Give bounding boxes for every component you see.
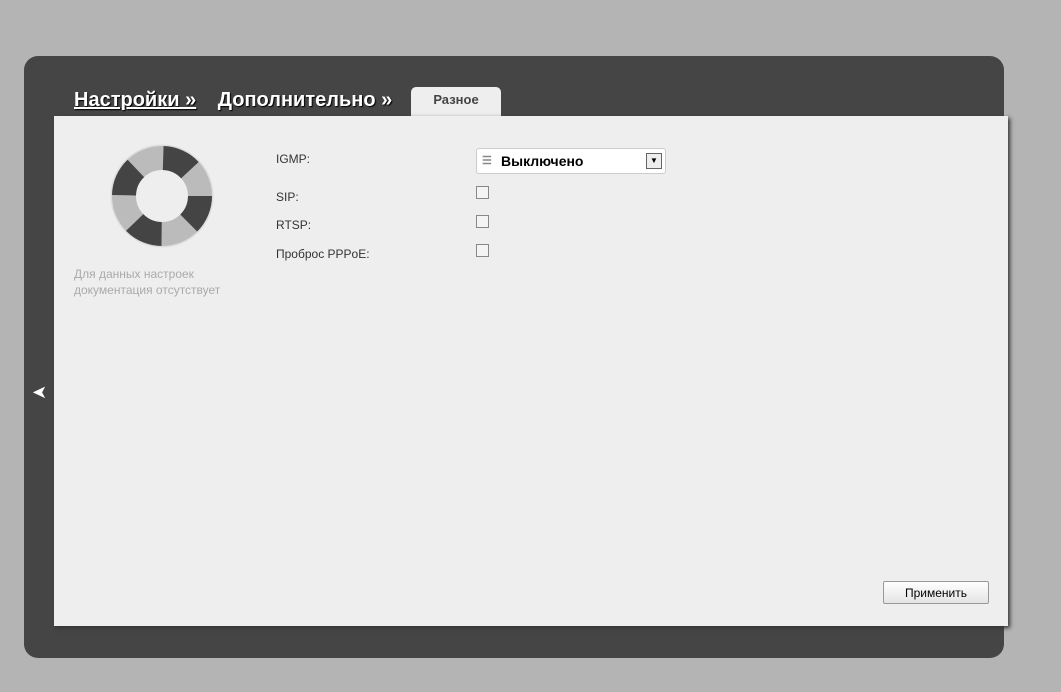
rtsp-label: RTSP: (276, 218, 312, 232)
pppoe-label: Проброс PPPoE: (276, 247, 370, 261)
list-icon: ☰ (482, 155, 492, 167)
breadcrumb: Настройки » Дополнительно » (74, 89, 408, 112)
sip-checkbox[interactable] (476, 186, 489, 199)
apply-button[interactable]: Применить (883, 581, 989, 604)
igmp-label: IGMP: (276, 152, 311, 166)
breadcrumb-advanced[interactable]: Дополнительно » (218, 89, 392, 111)
chevron-down-icon[interactable]: ▼ (646, 153, 662, 169)
tab-misc[interactable]: Разное (411, 87, 501, 116)
help-note: Для данных настроек документация отсутст… (74, 267, 221, 297)
back-arrow-icon[interactable]: ➤ (32, 382, 47, 403)
breadcrumb-settings[interactable]: Настройки » (74, 89, 196, 111)
sip-label: SIP: (276, 190, 299, 204)
pppoe-checkbox[interactable] (476, 244, 489, 257)
content-panel: Для данных настроек документация отсутст… (54, 116, 1008, 626)
igmp-select[interactable]: ☰ Выключено ▼ (476, 148, 666, 174)
igmp-value: Выключено (501, 153, 584, 169)
lifebuoy-icon (110, 144, 214, 248)
rtsp-checkbox[interactable] (476, 215, 489, 228)
